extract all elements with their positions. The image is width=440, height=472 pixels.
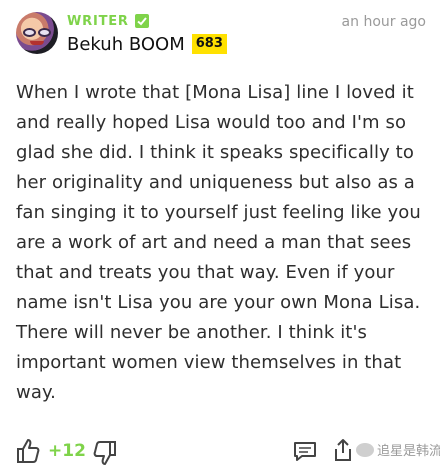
avatar-glasses-right (38, 28, 51, 37)
watermark-text: 追星是韩流 (377, 444, 440, 459)
verified-check-icon (134, 14, 149, 28)
watermark-logo-icon (356, 442, 374, 457)
avatar-mouth (30, 41, 44, 45)
share-icon[interactable] (332, 438, 354, 462)
author-avatar[interactable] (16, 12, 58, 54)
thumbs-up-icon[interactable] (16, 438, 40, 464)
comment-icon[interactable] (294, 442, 316, 462)
annotation-header: WRITER Bekuh BOOM 683 an hour ago (16, 12, 426, 58)
avatar-glasses-left (23, 28, 36, 37)
iq-badge: 683 (191, 34, 227, 54)
author-role-line: WRITER (67, 13, 149, 29)
annotation-footer: +12 追星是韩流 (16, 438, 440, 466)
author-name-line: Bekuh BOOM 683 (67, 32, 227, 56)
vote-count: +12 (48, 441, 86, 461)
author-role: WRITER (67, 13, 129, 29)
author-name[interactable]: Bekuh BOOM (67, 34, 185, 55)
timestamp: an hour ago (341, 14, 426, 30)
watermark: 追星是韩流 (356, 440, 440, 459)
thumbs-down-icon[interactable] (93, 440, 117, 466)
annotation-body: When I wrote that [Mona Lisa] line I lov… (16, 82, 421, 403)
